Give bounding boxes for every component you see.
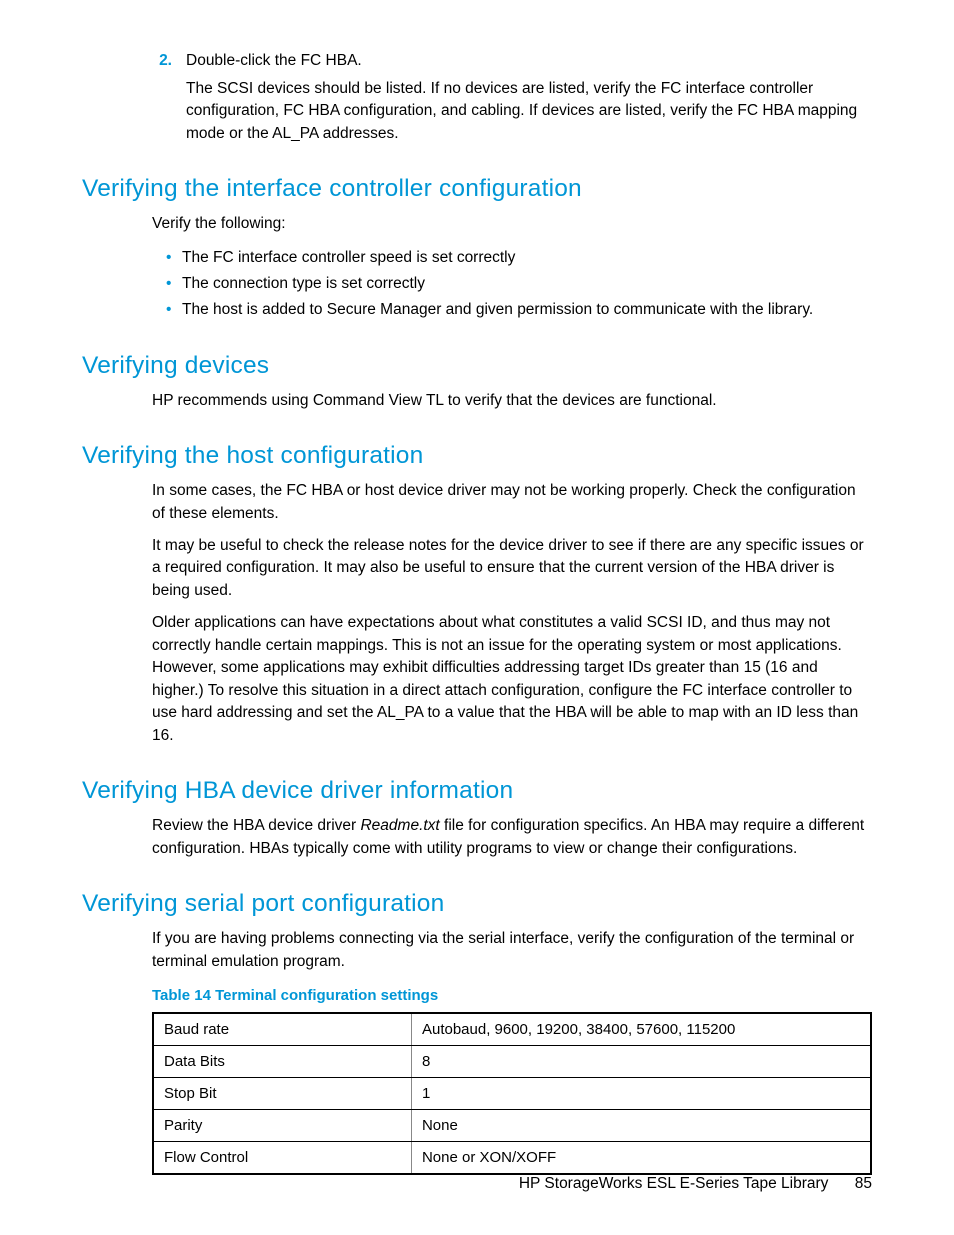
filename: Readme.txt [360, 817, 439, 834]
cell-key: Flow Control [153, 1142, 411, 1175]
cell-value: None [411, 1110, 871, 1142]
section-body: In some cases, the FC HBA or host device… [152, 480, 872, 747]
bullet-item: The connection type is set correctly [166, 272, 872, 296]
cell-key: Data Bits [153, 1046, 411, 1078]
table-row: Parity None [153, 1110, 871, 1142]
heading-host-config: Verifying the host configuration [82, 442, 872, 470]
heading-serial-port: Verifying serial port configuration [82, 890, 872, 918]
paragraph: Older applications can have expectations… [152, 612, 872, 747]
document-page: 2. Double-click the FC HBA. The SCSI dev… [0, 0, 954, 1235]
section-body: Verify the following: The FC interface c… [152, 213, 872, 322]
step-detail: The SCSI devices should be listed. If no… [186, 78, 872, 145]
footer-title: HP StorageWorks ESL E-Series Tape Librar… [519, 1175, 829, 1192]
heading-hba-driver: Verifying HBA device driver information [82, 777, 872, 805]
cell-value: 1 [411, 1078, 871, 1110]
cell-value: Autobaud, 9600, 19200, 38400, 57600, 115… [411, 1013, 871, 1046]
page-footer: HP StorageWorks ESL E-Series Tape Librar… [82, 1175, 872, 1193]
page-number: 85 [855, 1175, 872, 1192]
heading-devices: Verifying devices [82, 352, 872, 380]
terminal-settings-table: Baud rate Autobaud, 9600, 19200, 38400, … [152, 1012, 872, 1175]
table-row: Stop Bit 1 [153, 1078, 871, 1110]
paragraph: In some cases, the FC HBA or host device… [152, 480, 872, 525]
table-row: Baud rate Autobaud, 9600, 19200, 38400, … [153, 1013, 871, 1046]
step-2: 2. Double-click the FC HBA. [152, 50, 872, 72]
step-action: Double-click the FC HBA. [186, 50, 872, 72]
table-row: Data Bits 8 [153, 1046, 871, 1078]
cell-key: Baud rate [153, 1013, 411, 1046]
bullet-item: The FC interface controller speed is set… [166, 246, 872, 270]
heading-interface-controller: Verifying the interface controller confi… [82, 175, 872, 203]
section-body: Review the HBA device driver Readme.txt … [152, 815, 872, 860]
cell-value: 8 [411, 1046, 871, 1078]
intro-text: Verify the following: [152, 213, 872, 235]
cell-value: None or XON/XOFF [411, 1142, 871, 1175]
paragraph: Review the HBA device driver Readme.txt … [152, 815, 872, 860]
paragraph: It may be useful to check the release no… [152, 535, 872, 602]
cell-key: Parity [153, 1110, 411, 1142]
bullet-list: The FC interface controller speed is set… [166, 246, 872, 322]
table-caption: Table 14 Terminal configuration settings [152, 987, 872, 1004]
section-body: HP recommends using Command View TL to v… [152, 390, 872, 412]
table-row: Flow Control None or XON/XOFF [153, 1142, 871, 1175]
paragraph: If you are having problems connecting vi… [152, 928, 872, 973]
paragraph: HP recommends using Command View TL to v… [152, 390, 872, 412]
cell-key: Stop Bit [153, 1078, 411, 1110]
section-body: If you are having problems connecting vi… [152, 928, 872, 1175]
numbered-step-block: 2. Double-click the FC HBA. The SCSI dev… [152, 50, 872, 145]
bullet-item: The host is added to Secure Manager and … [166, 298, 872, 322]
step-number: 2. [152, 50, 172, 72]
text-span: Review the HBA device driver [152, 817, 360, 834]
